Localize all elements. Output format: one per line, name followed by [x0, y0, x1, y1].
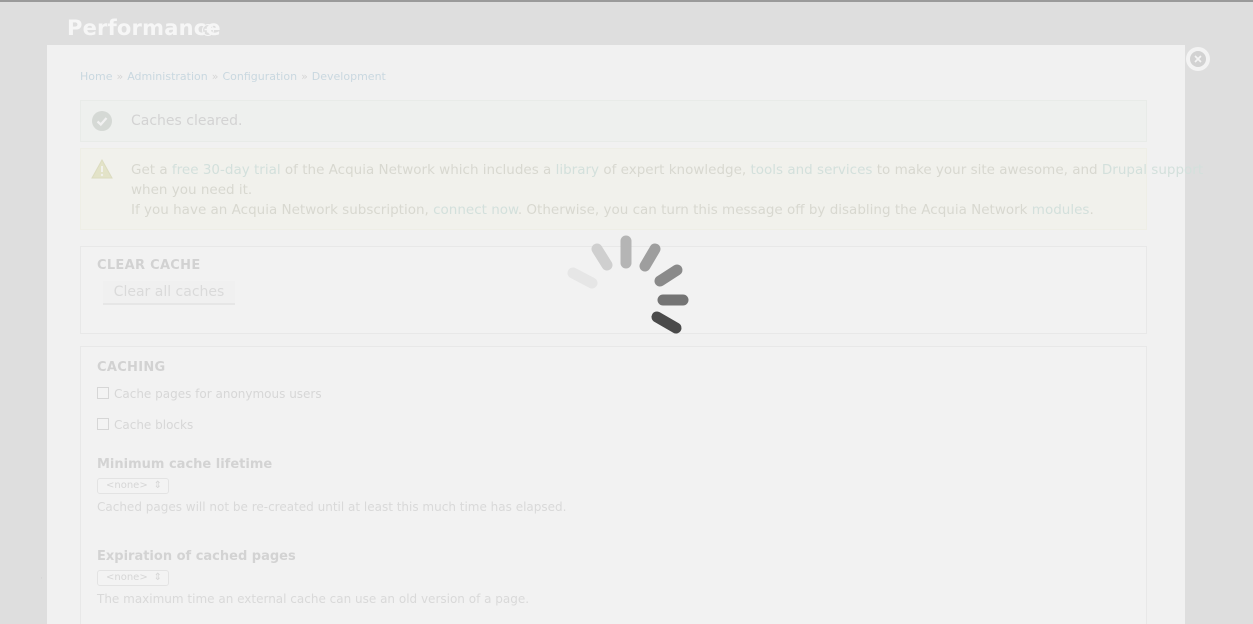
caching-fieldset: CACHING Cache pages for anonymous users … [80, 346, 1147, 624]
min-lifetime-label: Minimum cache lifetime [97, 457, 273, 472]
cache-blocks-row: Cache blocks [97, 418, 193, 432]
expiration-label: Expiration of cached pages [97, 549, 296, 564]
free-trial-link[interactable]: free 30-day trial [172, 162, 281, 178]
min-lifetime-description: Cached pages will not be re-created unti… [97, 500, 567, 514]
close-button[interactable] [1186, 47, 1210, 71]
warning-line-3: If you have an Acquia Network subscripti… [131, 202, 1094, 218]
expiration-description: The maximum time an external cache can u… [97, 592, 530, 606]
top-bar [0, 0, 1253, 2]
page-title: Performance [67, 16, 221, 40]
cache-anonymous-label: Cache pages for anonymous users [114, 387, 322, 401]
plus-icon[interactable] [202, 24, 214, 36]
breadcrumb: Home» Administration» Configuration» Develo… [80, 70, 386, 83]
warning-text: If you have an Acquia Network subscripti… [131, 202, 434, 218]
breadcrumb-separator: » [211, 70, 219, 83]
warning-text: . Otherwise, you can turn this message o… [517, 202, 1032, 218]
breadcrumb-home[interactable]: Home [80, 70, 112, 83]
drupal-support-link[interactable]: Drupal support [1102, 162, 1203, 178]
library-link[interactable]: library [556, 162, 599, 178]
status-message: Caches cleared. [80, 100, 1147, 142]
status-text: Caches cleared. [131, 113, 243, 129]
cache-anonymous-checkbox[interactable] [97, 387, 109, 399]
min-lifetime-select[interactable]: <none> ⇕ [97, 478, 169, 494]
clear-all-caches-button[interactable]: Clear all caches [103, 281, 235, 305]
warning-text: . [1089, 202, 1094, 218]
warning-line-1: Get a free 30-day trial of the Acquia Ne… [131, 162, 1203, 178]
loading-spinner-icon [566, 232, 696, 342]
warning-message: Get a free 30-day trial of the Acquia Ne… [80, 148, 1203, 230]
modules-link[interactable]: modules [1032, 202, 1090, 218]
breadcrumb-development[interactable]: Development [312, 70, 386, 83]
clear-cache-legend: CLEAR CACHE [97, 258, 201, 273]
breadcrumb-administration[interactable]: Administration [127, 70, 208, 83]
cache-blocks-label: Cache blocks [114, 418, 194, 432]
connect-now-link[interactable]: connect now [433, 202, 518, 218]
select-arrows-icon: ⇕ [153, 572, 162, 583]
breadcrumb-configuration[interactable]: Configuration [222, 70, 297, 83]
warning-text: of expert knowledge, [599, 162, 751, 178]
warning-icon [91, 158, 113, 183]
check-icon [92, 111, 112, 131]
warning-text: to make your site awesome, and [872, 162, 1102, 178]
warning-text: Get a [131, 162, 172, 178]
expiration-value: <none> [106, 572, 148, 583]
select-arrows-icon: ⇕ [153, 480, 162, 491]
backdrop-fragment: · [40, 574, 43, 584]
breadcrumb-separator: » [116, 70, 124, 83]
min-lifetime-value: <none> [106, 480, 148, 491]
cache-anonymous-row: Cache pages for anonymous users [97, 387, 322, 401]
close-icon [1190, 51, 1206, 67]
breadcrumb-separator: » [301, 70, 308, 83]
warning-text: of the Acquia Network which includes a [280, 162, 556, 178]
warning-line-2: when you need it. [131, 182, 253, 198]
caching-legend: CACHING [97, 360, 166, 375]
expiration-select[interactable]: <none> ⇕ [97, 570, 169, 586]
tools-services-link[interactable]: tools and services [750, 162, 872, 178]
cache-blocks-checkbox[interactable] [97, 418, 109, 430]
